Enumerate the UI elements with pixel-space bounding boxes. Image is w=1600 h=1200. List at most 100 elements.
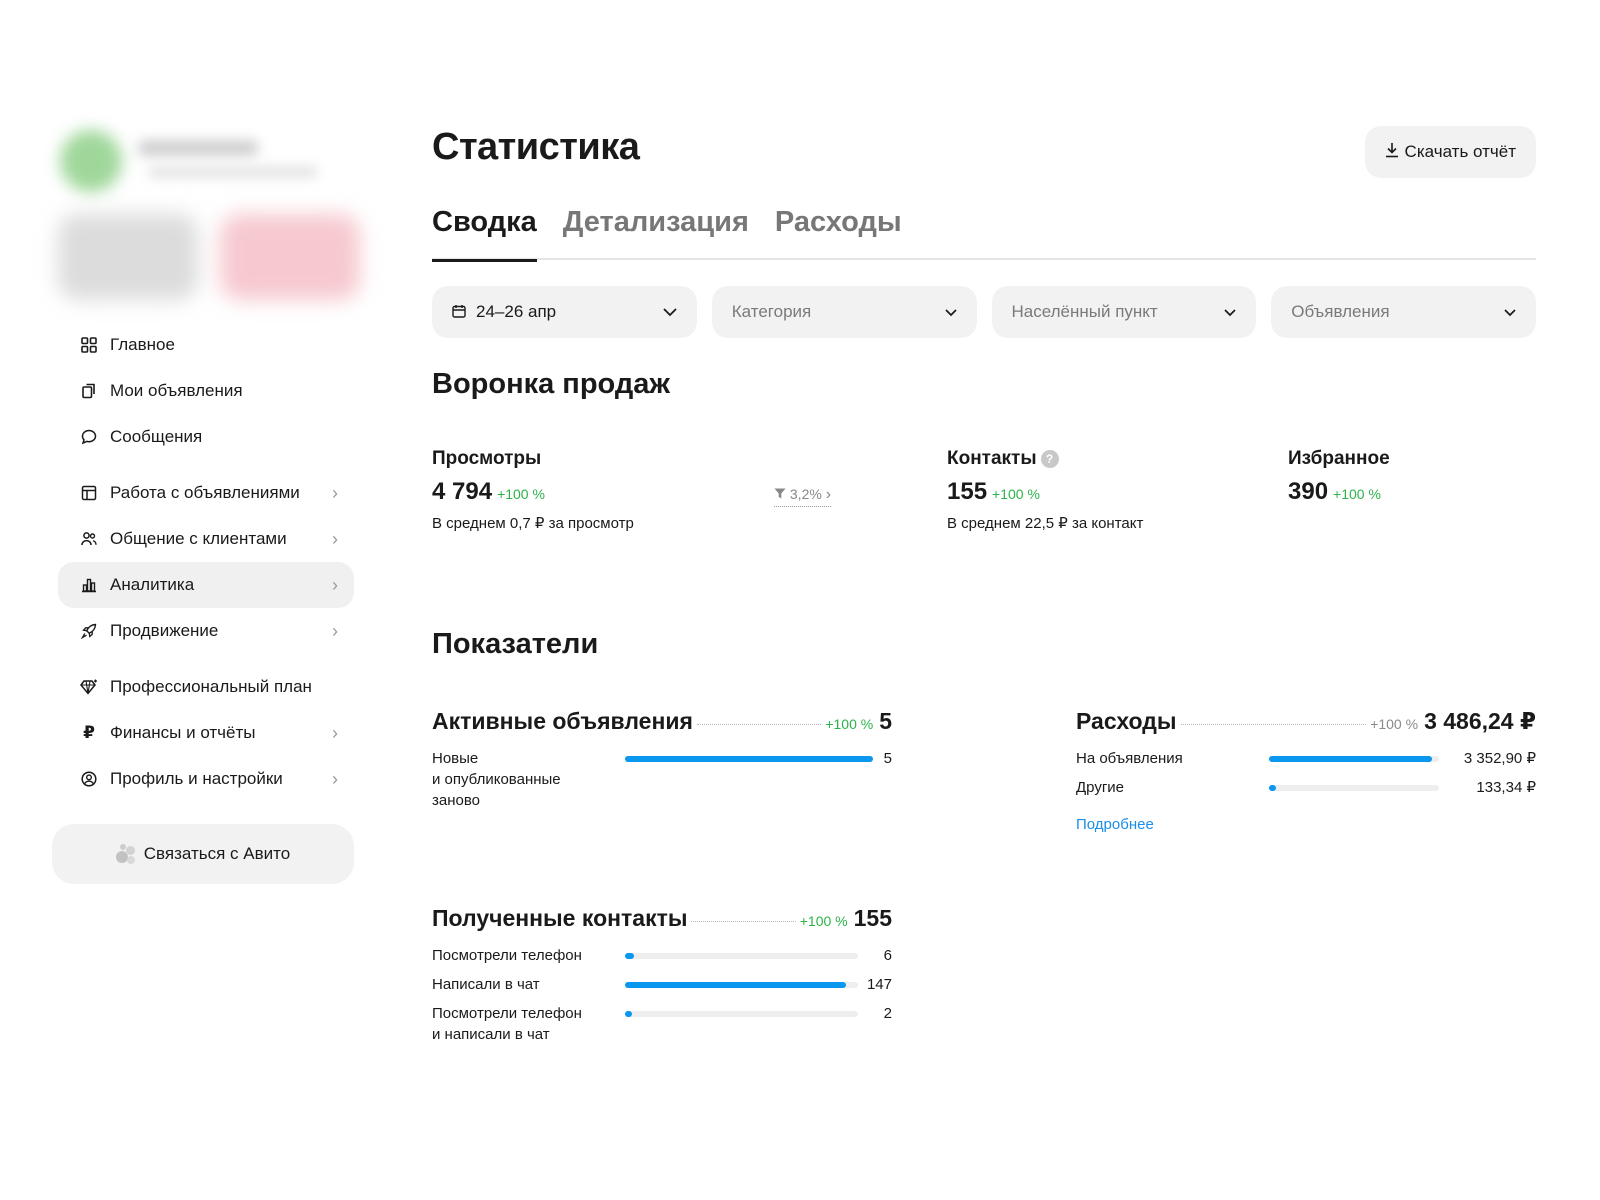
funnel-favorites-label: Избранное [1288,448,1390,469]
contact-avito-button[interactable]: Связаться с Авито [52,824,354,884]
indicators-title: Показатели [432,628,599,660]
sidebar-nav: Главное Мои объявления Сообщения Работа … [52,322,362,802]
filters: 24–26 апр Категория Населённый пункт Объ… [432,286,1536,338]
grid-icon [80,336,98,354]
metric-row: Другие 133,34 ₽ [1076,777,1536,798]
metric-row-value: 5 [883,750,892,767]
avito-logo-icon [115,844,138,864]
metric-row-value: 3 352,90 ₽ [1463,750,1536,767]
download-report-label: Скачать отчёт [1404,142,1516,161]
metric-row-label: Посмотрели телефон [432,947,582,964]
locality-placeholder: Населённый пункт [1011,302,1158,321]
funnel-contacts-sub: В среднем 22,5 ₽ за контакт [947,515,1144,532]
metric-row: Посмотрели телефон 6 [432,945,892,966]
funnel-favorites-value: 390 [1288,478,1329,505]
active-ads-metric: Активные объявления +100 % 5 Новые и опу… [432,708,892,819]
funnel-views-sub: В среднем 0,7 ₽ за просмотр [432,515,634,532]
sidebar-item-ads-work[interactable]: Работа с объявлениями › [58,470,354,516]
funnel-views-value: 4 794 [432,478,493,505]
chevron-down-icon [1504,304,1516,320]
metric-row-bar [625,756,873,762]
metric-row: Написали в чат 147 [432,974,892,995]
date-range-select[interactable]: 24–26 апр [432,286,697,338]
date-range-value: 24–26 апр [476,302,557,321]
expenses-value: 3 486,24 ₽ [1424,708,1536,734]
chevron-right-icon: › [332,574,338,595]
sidebar-item-finance[interactable]: ₽ Финансы и отчёты › [58,710,354,756]
chevron-right-icon: › [332,528,338,549]
metric-row-value: 2 [883,1005,892,1022]
users-icon [80,530,98,548]
ads-select[interactable]: Объявления [1271,286,1536,338]
metric-row-label: Написали в чат [432,976,540,993]
sidebar-item-main[interactable]: Главное [58,322,354,368]
category-select[interactable]: Категория [711,286,977,338]
help-icon[interactable]: ? [1040,450,1059,468]
calendar-icon [452,304,466,321]
expenses-metric: Расходы +100 % 3 486,24 ₽ На объявления … [1076,708,1536,834]
more-details-link[interactable]: Подробнее [1076,816,1154,833]
sidebar-item-label: Общение с клиентами [110,529,287,548]
tab-summary[interactable]: Сводка [432,204,537,262]
active-ads-title: Активные объявления [432,708,693,734]
funnel-contacts: Контакты ? 155 +100 % В среднем 22,5 ₽ з… [947,448,1143,532]
avatar[interactable] [60,130,122,192]
sidebar-item-analytics[interactable]: Аналитика › [58,562,354,608]
metric-row-bar [625,953,858,959]
tab-expenses[interactable]: Расходы [775,204,902,260]
sidebar-item-label: Финансы и отчёты [110,723,256,742]
contacts-title: Полученные контакты [432,905,688,931]
funnel-favorites-change: +100 % [1333,486,1381,502]
sidebar-item-messages[interactable]: Сообщения [58,414,354,460]
metric-row-bar [625,1011,858,1017]
sidebar-item-profile[interactable]: Профиль и настройки › [58,756,354,802]
chevron-down-icon [663,304,677,320]
sidebar-item-label: Аналитика [110,575,195,594]
profile-name-blurred [138,140,258,156]
tab-details[interactable]: Детализация [563,204,749,260]
metric-row-value: 147 [866,976,892,993]
download-icon [1385,142,1399,163]
profile-action-button-blurred[interactable] [58,214,198,300]
metric-row-label: Другие [1076,779,1125,796]
metric-row: Посмотрели телефон и написали в чат 2 [432,1003,892,1045]
conversion-value: 3,2% [789,486,822,502]
profile-subtitle-blurred [148,166,318,178]
chevron-right-icon: › [332,620,338,641]
sidebar-item-label: Профессиональный план [110,677,312,696]
profile-action-button-blurred[interactable] [220,214,360,300]
sidebar-item-promotion[interactable]: Продвижение › [58,608,354,654]
chevron-right-icon: › [825,486,832,503]
contacts-value: 155 [853,905,892,931]
tabs: Сводка Детализация Расходы [432,204,1536,262]
metric-row-bar-fill [625,756,873,762]
metric-row-value: 6 [883,947,892,964]
chevron-right-icon: › [332,482,338,503]
metric-row-label: На объявления [1076,750,1183,767]
locality-select[interactable]: Населённый пункт [991,286,1257,338]
sidebar-item-label: Мои объявления [110,381,243,400]
active-ads-value: 5 [879,708,892,734]
layout-icon [80,484,98,502]
sidebar-item-my-ads[interactable]: Мои объявления [58,368,354,414]
sidebar-item-clients[interactable]: Общение с клиентами › [58,516,354,562]
contacts-change: +100 % [799,913,848,929]
expenses-change: +100 % [1370,716,1419,732]
metric-row: Новые и опубликованные заново 5 [432,748,892,811]
metric-row-value: 133,34 ₽ [1476,779,1536,796]
ads-placeholder: Объявления [1291,302,1390,321]
chevron-down-icon [1224,304,1236,320]
download-report-button[interactable]: Скачать отчёт [1364,126,1536,178]
sidebar-item-pro-plan[interactable]: Профессиональный план [58,664,354,710]
contact-avito-label: Связаться с Авито [143,844,291,863]
ruble-icon: ₽ [83,723,95,742]
sidebar: Главное Мои объявления Сообщения Работа … [52,130,362,884]
funnel-title: Воронка продаж [432,368,670,400]
funnel-views-change: +100 % [497,486,545,502]
sidebar-item-label: Главное [110,335,175,354]
active-ads-change: +100 % [825,716,874,732]
metric-row-label: Новые и опубликованные заново [432,750,561,809]
sidebar-item-label: Работа с объявлениями [110,483,300,502]
conversion-badge[interactable]: 3,2% › [774,486,832,507]
metric-row-bar-fill [625,982,847,988]
